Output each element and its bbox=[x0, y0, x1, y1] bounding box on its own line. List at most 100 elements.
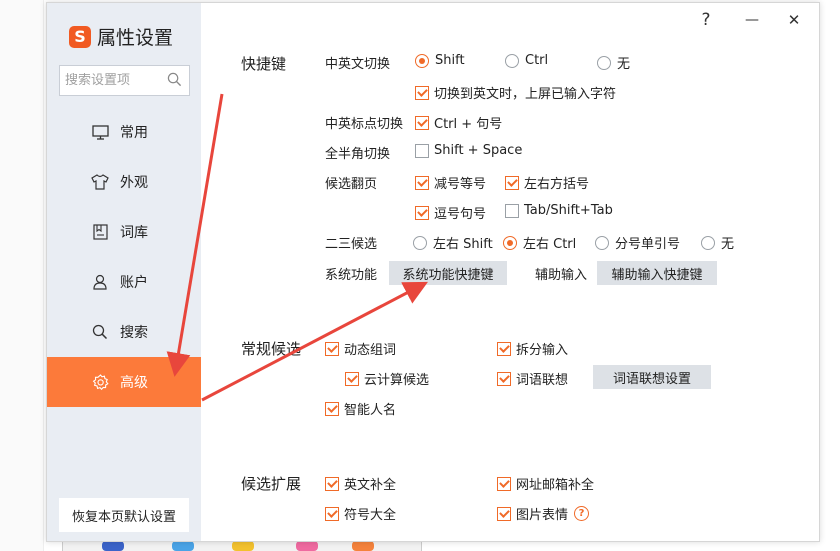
radio-indicator[interactable] bbox=[503, 235, 517, 250]
radio-indicator[interactable] bbox=[505, 53, 519, 68]
radio-indicator[interactable] bbox=[413, 235, 427, 250]
radio-left-right-shift[interactable]: 左右 Shift bbox=[413, 233, 493, 252]
checkbox-indicator[interactable] bbox=[325, 401, 339, 416]
radio-label: 左右 Shift bbox=[433, 237, 493, 252]
checkbox-split-input[interactable]: 拆分输入 bbox=[497, 339, 568, 358]
sidebar-item-label: 搜索 bbox=[120, 325, 148, 341]
taskbar-app-icon bbox=[232, 541, 254, 551]
app-logo: S 属性设置 bbox=[69, 23, 173, 50]
checkbox-ctrl-period[interactable]: Ctrl + 句号 bbox=[415, 113, 502, 132]
book-icon bbox=[91, 223, 109, 241]
checkbox-symbols[interactable]: 符号大全 bbox=[325, 504, 396, 523]
radio-shift[interactable]: Shift bbox=[415, 53, 465, 68]
checkbox-shift-space[interactable]: Shift + Space bbox=[415, 143, 522, 158]
sidebar-item-appearance[interactable]: 外观 bbox=[47, 157, 201, 207]
checkbox-english-complete[interactable]: 英文补全 bbox=[325, 474, 396, 493]
sidebar-item-label: 词库 bbox=[120, 225, 148, 241]
checkbox-url-email[interactable]: 网址邮箱补全 bbox=[497, 474, 594, 493]
radio-label: 左右 Ctrl bbox=[523, 237, 577, 252]
checkbox-smart-names[interactable]: 智能人名 bbox=[325, 399, 396, 418]
radio-indicator[interactable] bbox=[415, 53, 429, 68]
checkbox-indicator[interactable] bbox=[325, 506, 339, 521]
help-button[interactable]: ? bbox=[695, 9, 717, 31]
search-input[interactable] bbox=[65, 73, 165, 88]
cn-en-switch-label: 中英文切换 bbox=[325, 57, 391, 72]
checkbox-label: 动态组词 bbox=[344, 343, 397, 358]
checkbox-indicator[interactable] bbox=[497, 371, 511, 386]
aux-shortcut-button[interactable]: 辅助输入快捷键 bbox=[597, 261, 717, 285]
checkbox-indicator[interactable] bbox=[497, 341, 511, 356]
search-icon bbox=[91, 323, 109, 341]
checkbox-indicator[interactable] bbox=[415, 115, 429, 130]
checkbox-label: 拆分输入 bbox=[516, 343, 569, 358]
gear-icon bbox=[91, 373, 109, 391]
checkbox-indicator[interactable] bbox=[415, 205, 429, 220]
aux-input-label: 辅助输入 bbox=[535, 268, 588, 283]
checkbox-indicator[interactable] bbox=[505, 175, 519, 190]
radio-label: Shift bbox=[435, 53, 465, 68]
shirt-icon bbox=[91, 173, 109, 191]
checkbox-indicator[interactable] bbox=[325, 341, 339, 356]
checkbox-indicator[interactable] bbox=[497, 476, 511, 491]
checkbox-indicator[interactable] bbox=[415, 85, 429, 100]
checkbox-label: 图片表情 bbox=[516, 508, 569, 523]
checkbox-label: Tab/Shift+Tab bbox=[524, 203, 613, 218]
checkbox-emoji[interactable]: 图片表情? bbox=[497, 504, 590, 523]
section-title-candidates: 常规候选 bbox=[241, 340, 302, 358]
sidebar-item-label: 账户 bbox=[120, 275, 148, 291]
second-third-label: 二三候选 bbox=[325, 237, 378, 252]
checkbox-indicator[interactable] bbox=[345, 371, 359, 386]
checkbox-word-assoc[interactable]: 词语联想 bbox=[497, 369, 568, 388]
settings-content: 快捷键 中英文切换 Shift Ctrl 无 切换到英文时，上屏已输入字符 中英… bbox=[201, 33, 801, 541]
taskbar-app-icon bbox=[102, 541, 124, 551]
checkbox-label: 网址邮箱补全 bbox=[516, 478, 595, 493]
radio-label: 分号单引号 bbox=[615, 237, 681, 252]
checkbox-label: 逗号句号 bbox=[434, 207, 487, 222]
checkbox-brackets[interactable]: 左右方括号 bbox=[505, 173, 589, 192]
radio-semicolon-quote[interactable]: 分号单引号 bbox=[595, 233, 680, 252]
checkbox-label: 智能人名 bbox=[344, 403, 397, 418]
radio-none[interactable]: 无 bbox=[597, 53, 630, 72]
help-circle-icon[interactable]: ? bbox=[574, 506, 590, 521]
checkbox-dynamic-words[interactable]: 动态组词 bbox=[325, 339, 396, 358]
system-shortcut-button[interactable]: 系统功能快捷键 bbox=[389, 261, 507, 285]
checkbox-commit-on-switch[interactable]: 切换到英文时，上屏已输入字符 bbox=[415, 83, 616, 102]
word-assoc-settings-button[interactable]: 词语联想设置 bbox=[593, 365, 711, 389]
background-window-edge bbox=[0, 0, 44, 551]
minimize-button[interactable]: — bbox=[741, 9, 763, 31]
monitor-icon bbox=[91, 123, 109, 141]
checkbox-label: 减号等号 bbox=[434, 177, 487, 192]
radio-indicator[interactable] bbox=[701, 235, 715, 250]
radio-none-2[interactable]: 无 bbox=[701, 233, 734, 252]
sidebar-item-account[interactable]: 账户 bbox=[47, 257, 201, 307]
checkbox-label: 切换到英文时，上屏已输入字符 bbox=[434, 87, 617, 102]
sidebar-item-dictionary[interactable]: 词库 bbox=[47, 207, 201, 257]
checkbox-label: 英文补全 bbox=[344, 478, 397, 493]
sidebar-item-search[interactable]: 搜索 bbox=[47, 307, 201, 357]
checkbox-cloud-candidates[interactable]: 云计算候选 bbox=[345, 369, 429, 388]
checkbox-indicator[interactable] bbox=[415, 175, 429, 190]
radio-indicator[interactable] bbox=[597, 55, 611, 70]
checkbox-indicator[interactable] bbox=[325, 476, 339, 491]
radio-ctrl[interactable]: Ctrl bbox=[505, 53, 548, 68]
checkbox-tab[interactable]: Tab/Shift+Tab bbox=[505, 203, 613, 218]
checkbox-indicator[interactable] bbox=[415, 143, 429, 158]
checkbox-label: Ctrl + 句号 bbox=[434, 117, 503, 132]
close-button[interactable]: ✕ bbox=[783, 9, 805, 31]
sidebar-item-advanced[interactable]: 高级 bbox=[47, 357, 201, 407]
checkbox-label: 云计算候选 bbox=[364, 373, 430, 388]
punct-switch-label: 中英标点切换 bbox=[325, 117, 404, 132]
checkbox-indicator[interactable] bbox=[497, 506, 511, 521]
radio-indicator[interactable] bbox=[595, 235, 609, 250]
search-icon[interactable] bbox=[167, 72, 182, 87]
checkbox-indicator[interactable] bbox=[505, 203, 519, 218]
checkbox-label: 符号大全 bbox=[344, 508, 397, 523]
checkbox-label: 词语联想 bbox=[516, 373, 569, 388]
reset-defaults-button[interactable]: 恢复本页默认设置 bbox=[59, 498, 189, 532]
sidebar-item-general[interactable]: 常用 bbox=[47, 107, 201, 157]
user-icon bbox=[91, 273, 109, 291]
search-box[interactable] bbox=[59, 65, 190, 96]
checkbox-minus-equal[interactable]: 减号等号 bbox=[415, 173, 486, 192]
radio-left-right-ctrl[interactable]: 左右 Ctrl bbox=[503, 233, 576, 252]
checkbox-comma-period[interactable]: 逗号句号 bbox=[415, 203, 486, 222]
